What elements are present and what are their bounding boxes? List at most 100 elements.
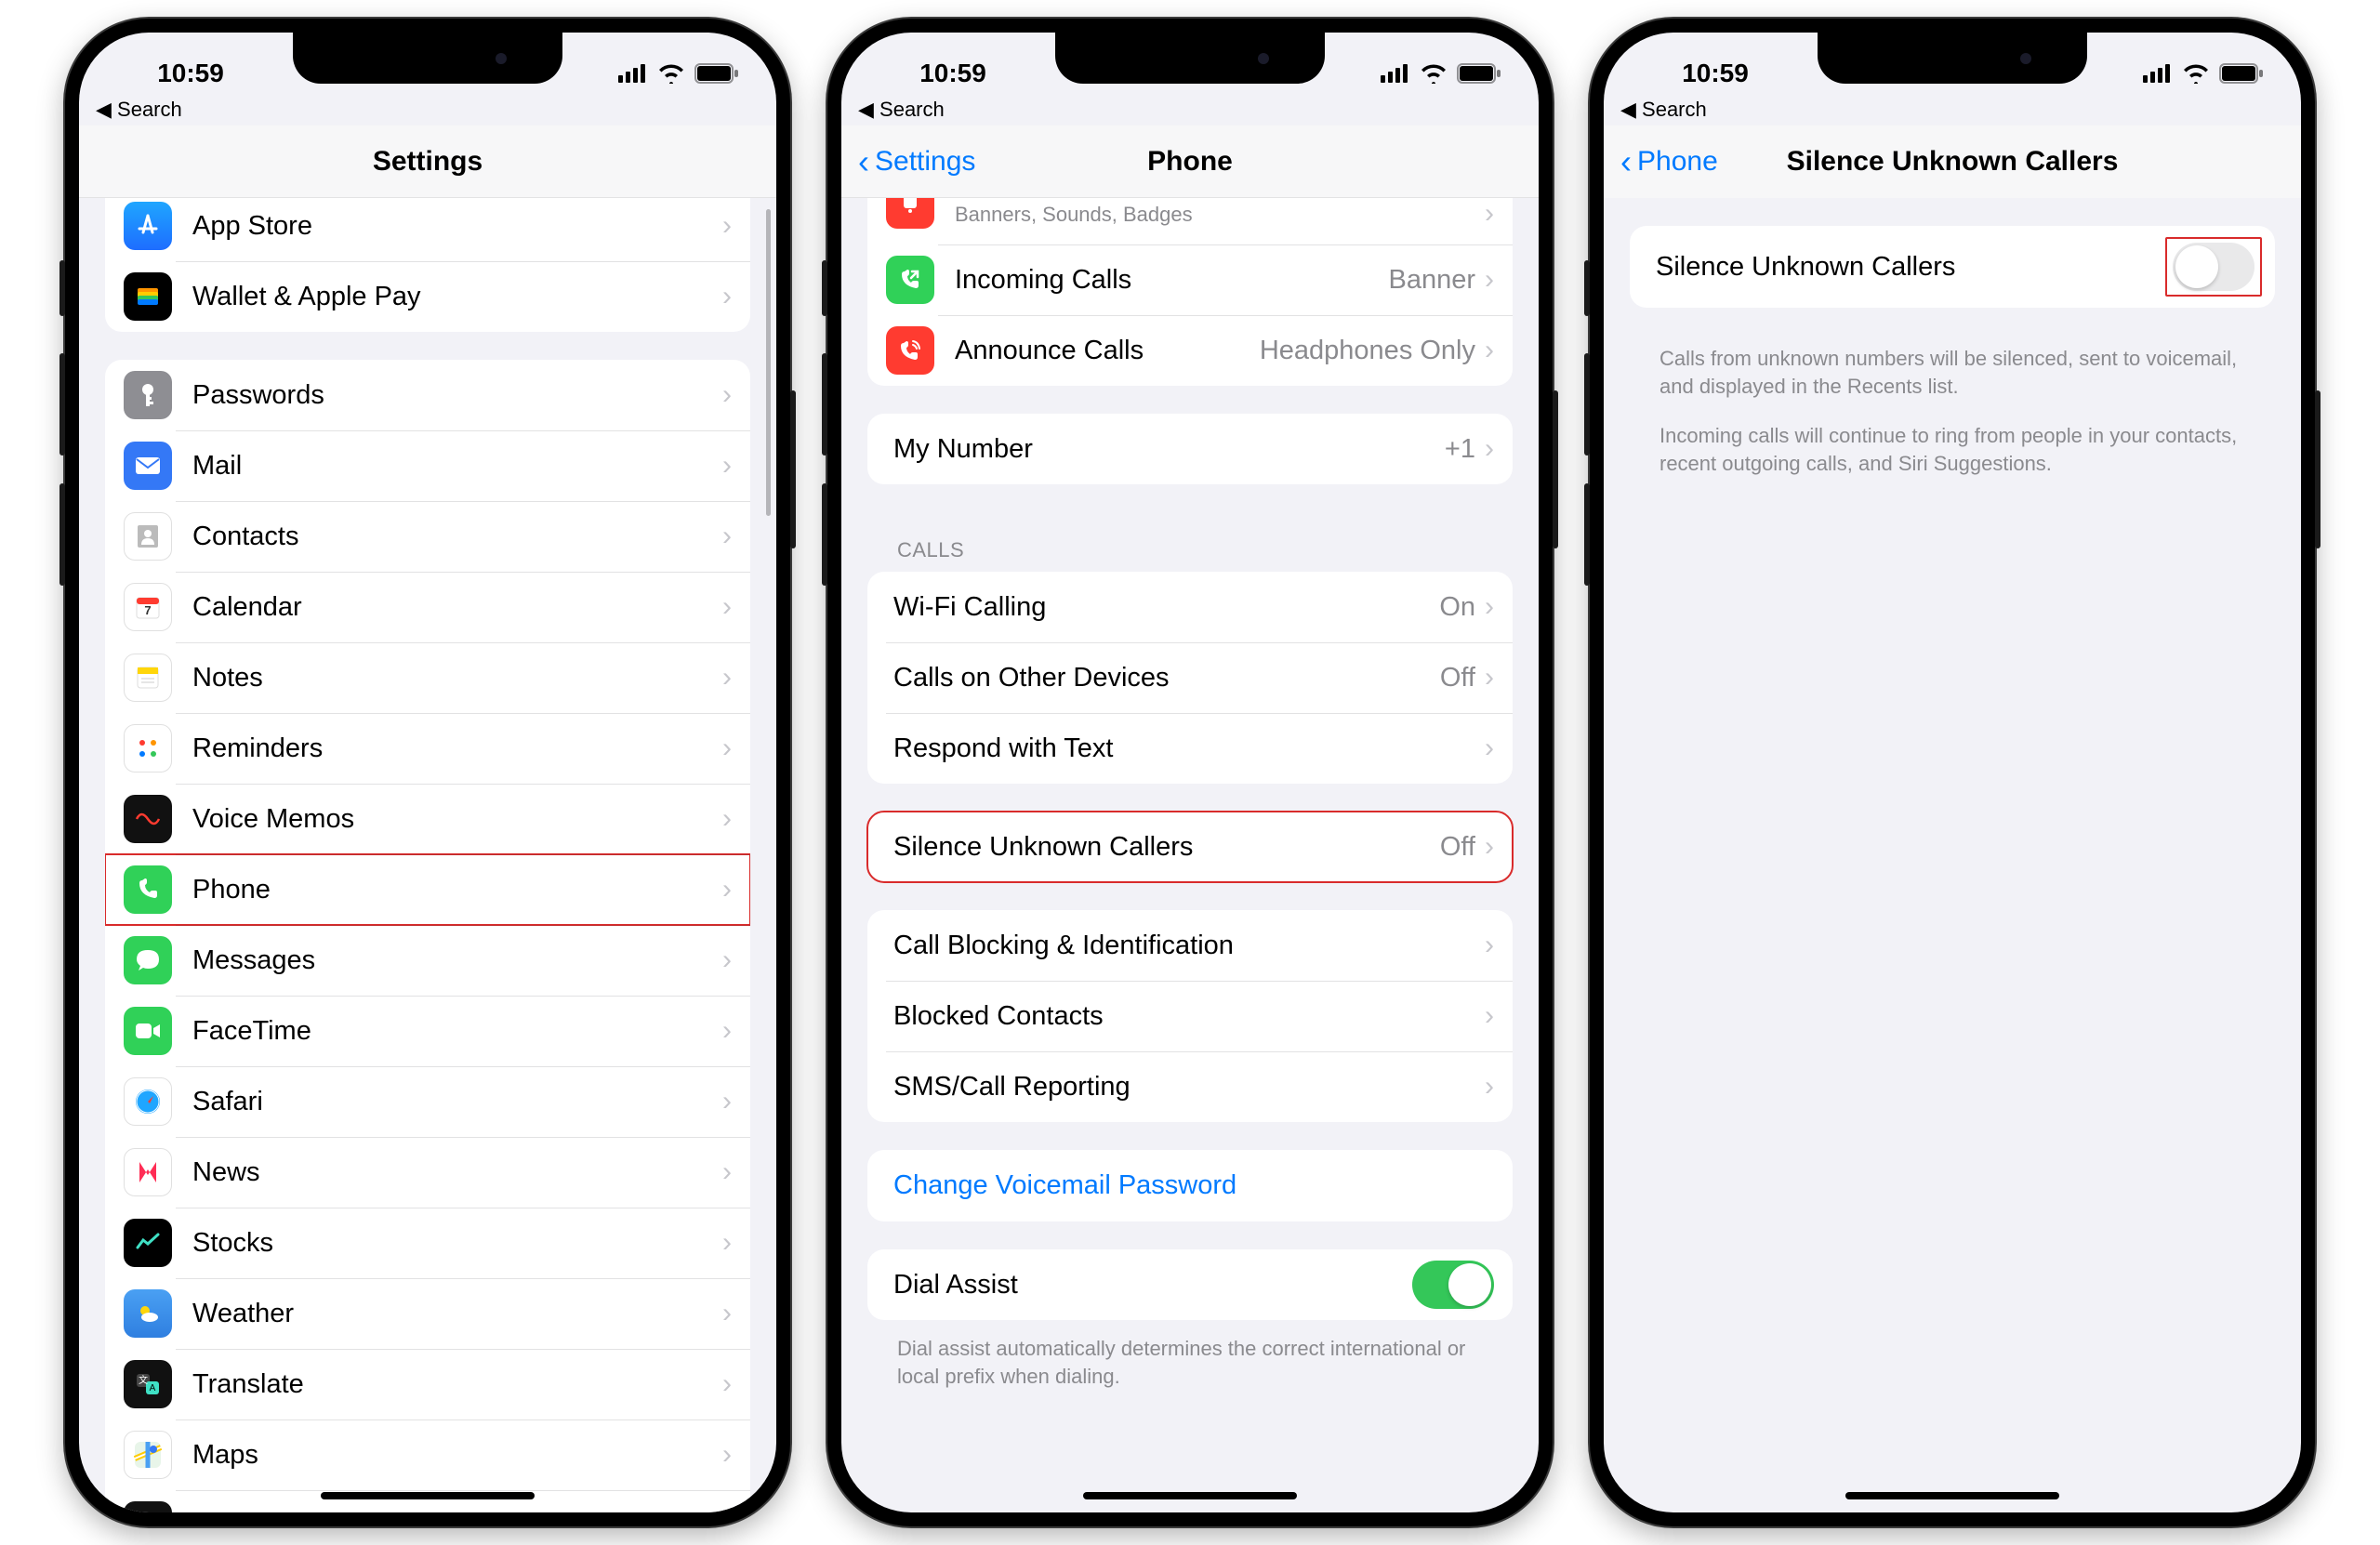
chevron-right-icon: › [1485,264,1494,296]
row-silence-unknown[interactable]: Silence Unknown Callers Off › [867,812,1513,882]
back-to-search[interactable]: ◀ Search [79,98,776,125]
calendar-icon: 7 [124,583,172,631]
row-respond-text[interactable]: Respond with Text › [867,713,1513,784]
notch [1055,33,1325,84]
row-passwords[interactable]: Passwords › [105,360,750,430]
chevron-right-icon: › [722,944,732,976]
chevron-right-icon: › [722,210,732,242]
change-voicemail-password-link[interactable]: Change Voicemail Password [867,1150,1513,1221]
cellular-signal-icon [2143,64,2173,83]
settings-list[interactable]: App Store › Wallet & Apple Pay › Passwor… [79,198,776,1512]
chevron-right-icon: › [722,1298,732,1329]
row-sms-reporting[interactable]: SMS/Call Reporting › [867,1051,1513,1122]
row-maps[interactable]: Maps › [105,1420,750,1490]
chevron-right-icon: › [722,874,732,905]
chevron-right-icon: › [1485,662,1494,693]
calls-section-header: CALLS [867,512,1513,572]
row-appstore[interactable]: App Store › [105,198,750,261]
nav-title: Phone [1147,146,1233,178]
row-voicememos[interactable]: Voice Memos › [105,784,750,854]
row-mail[interactable]: Mail › [105,430,750,501]
wallet-icon [124,272,172,321]
row-safari[interactable]: Safari › [105,1066,750,1137]
facetime-icon [124,1007,172,1055]
row-incoming-calls[interactable]: Incoming Calls Banner › [867,244,1513,315]
svg-text:文: 文 [139,1374,148,1386]
row-my-number[interactable]: My Number +1 › [867,414,1513,484]
row-silence-toggle[interactable]: Silence Unknown Callers [1630,226,2275,308]
nav-title: Settings [373,146,483,178]
row-calendar[interactable]: 7 Calendar › [105,572,750,642]
home-indicator[interactable] [1083,1492,1297,1499]
row-blocked-contacts[interactable]: Blocked Contacts › [867,981,1513,1051]
nav-bar: ‹Phone Silence Unknown Callers [1604,125,2301,198]
row-wallet[interactable]: Wallet & Apple Pay › [105,261,750,332]
messages-icon [124,936,172,984]
cellular-signal-icon [618,64,648,83]
phone-mockup-silence-unknown: 10:59 ◀ Search ‹Phone Silence Unknown Ca… [1590,19,2315,1526]
row-dial-assist[interactable]: Dial Assist [867,1249,1513,1320]
contacts-icon [124,512,172,561]
passwords-icon [124,371,172,419]
chevron-right-icon: › [722,1156,732,1188]
scroll-indicator [766,209,771,516]
silence-note-1: Calls from unknown numbers will be silen… [1630,336,2275,418]
stocks-icon [124,1219,172,1267]
nav-bar: ‹Settings Phone [841,125,1539,198]
home-indicator[interactable] [321,1492,535,1499]
chevron-right-icon: › [722,1015,732,1047]
notifications-icon [886,198,934,229]
compass-icon [124,1501,172,1512]
row-news[interactable]: News › [105,1137,750,1208]
row-other-devices[interactable]: Calls on Other Devices Off › [867,642,1513,713]
appstore-icon [124,202,172,250]
nav-back-button[interactable]: ‹Phone [1620,145,1718,178]
row-wifi-calling[interactable]: Wi-Fi Calling On › [867,572,1513,642]
silence-note-2: Incoming calls will continue to ring fro… [1630,418,2275,495]
row-stocks[interactable]: Stocks › [105,1208,750,1278]
silence-unknown-toggle[interactable] [2173,243,2254,291]
silence-content: Silence Unknown Callers Calls from unkno… [1604,198,2301,1512]
dial-assist-toggle[interactable] [1412,1261,1494,1309]
row-messages[interactable]: Messages › [105,925,750,996]
back-to-search[interactable]: ◀ Search [841,98,1539,125]
chevron-right-icon: › [722,1227,732,1259]
phone-settings-list[interactable]: Banners, Sounds, Badges › Incoming Calls… [841,198,1539,1512]
notes-icon [124,654,172,702]
back-to-search[interactable]: ◀ Search [1604,98,2301,125]
nav-back-button[interactable]: ‹Settings [858,145,975,178]
row-translate[interactable]: 文A Translate › [105,1349,750,1420]
cellular-signal-icon [1381,64,1410,83]
chevron-right-icon: › [722,1086,732,1117]
battery-icon [2219,63,2264,84]
news-icon [124,1148,172,1196]
row-phone[interactable]: Phone › [105,854,750,925]
phone-mockup-phone-settings: 10:59 ◀ Search ‹Settings Phone Banners, … [827,19,1553,1526]
chevron-right-icon: › [1485,831,1494,863]
row-call-blocking[interactable]: Call Blocking & Identification › [867,910,1513,981]
row-notes[interactable]: Notes › [105,642,750,713]
row-notifications[interactable]: Banners, Sounds, Badges › [867,198,1513,244]
translate-icon: 文A [124,1360,172,1408]
chevron-right-icon: › [722,1510,732,1512]
svg-text:A: A [150,1383,156,1393]
row-contacts[interactable]: Contacts › [105,501,750,572]
chevron-right-icon: › [1485,1000,1494,1032]
wifi-icon [2182,63,2210,84]
row-weather[interactable]: Weather › [105,1278,750,1349]
chevron-right-icon: › [722,1368,732,1400]
chevron-right-icon: › [722,591,732,623]
row-announce-calls[interactable]: Announce Calls Headphones Only › [867,315,1513,386]
chevron-right-icon: › [722,662,732,693]
dial-assist-note: Dial assist automatically determines the… [867,1326,1513,1408]
chevron-right-icon: › [722,281,732,312]
row-facetime[interactable]: FaceTime › [105,996,750,1066]
maps-icon [124,1431,172,1479]
wifi-icon [657,63,685,84]
chevron-right-icon: › [722,733,732,764]
row-reminders[interactable]: Reminders › [105,713,750,784]
home-indicator[interactable] [1845,1492,2059,1499]
svg-text:7: 7 [144,603,151,617]
chevron-right-icon: › [1485,930,1494,961]
battery-icon [1457,63,1501,84]
